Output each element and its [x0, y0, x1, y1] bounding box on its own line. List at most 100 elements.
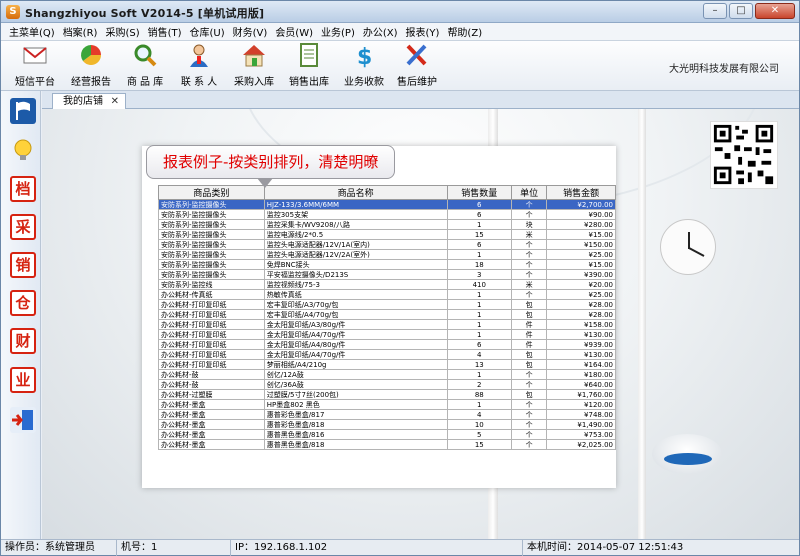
- purchase-inbound-button[interactable]: 采购入库: [226, 42, 282, 88]
- table-row[interactable]: 安防系列-监控摄像头 免焊BNC接头 18 个 ¥15.00: [158, 259, 616, 270]
- exit-door-icon[interactable]: [10, 407, 36, 433]
- table-row[interactable]: 办公耗材-打印复印纸 梦丽相纸/A4/210g 13 包 ¥164.00: [158, 359, 616, 370]
- table-row[interactable]: 办公耗材-墨盒 惠普彩色墨盒/818 10 个 ¥1,490.00: [158, 419, 616, 430]
- cell-product-name: 金太阳复印纸/A3/80g/件: [263, 319, 448, 330]
- cell-unit: 个: [510, 399, 548, 410]
- table-row[interactable]: 办公耗材-墨盒 惠普黑色墨盒/818 15 个 ¥2,025.00: [158, 439, 616, 450]
- maximize-button[interactable]: □: [729, 3, 753, 19]
- cell-quantity: 410: [446, 279, 512, 290]
- cell-amount: ¥2,700.00: [546, 199, 616, 210]
- cai-finance-char-icon[interactable]: 财: [10, 328, 36, 354]
- cell-product-name: 监控视频线/75-3: [263, 279, 448, 290]
- dang-char-icon[interactable]: 档: [10, 176, 36, 202]
- table-row[interactable]: 安防系列-监控摄像头 HJZ-133/3.6MM/6MM 6 个 ¥2,700.00: [158, 199, 616, 210]
- menu-finance[interactable]: 财务(V): [229, 24, 272, 39]
- table-row[interactable]: 办公耗材-传真纸 热敏传真纸 1 个 ¥25.00: [158, 289, 616, 300]
- cell-unit: 个: [510, 249, 548, 260]
- col-header-category[interactable]: 商品类别: [158, 185, 265, 200]
- tab-my-store[interactable]: 我的店铺 ✕: [52, 93, 126, 109]
- cell-amount: ¥1,490.00: [546, 419, 616, 430]
- col-header-unit[interactable]: 单位: [510, 185, 548, 200]
- cell-quantity: 1: [446, 219, 512, 230]
- table-row[interactable]: 办公耗材-打印复印纸 金太阳复印纸/A3/80g/件 1 件 ¥158.00: [158, 319, 616, 330]
- flag-icon[interactable]: [10, 98, 36, 124]
- menu-warehouse[interactable]: 仓库(U): [186, 24, 229, 39]
- cell-category: 安防系列-监控摄像头: [158, 259, 265, 270]
- cell-category: 办公耗材-墨盒: [158, 439, 265, 450]
- table-row[interactable]: 办公耗材-墨盒 惠普黑色墨盒/816 5 个 ¥753.00: [158, 429, 616, 440]
- cell-category: 办公耗材-打印复印纸: [158, 309, 265, 320]
- menu-main[interactable]: 主菜单(Q): [5, 24, 59, 39]
- menu-sales[interactable]: 销售(T): [144, 24, 186, 39]
- tab-my-store-label: 我的店铺: [63, 96, 103, 107]
- table-row[interactable]: 办公耗材-鼓 创亿/36A鼓 2 个 ¥640.00: [158, 379, 616, 390]
- cell-quantity: 88: [446, 389, 512, 400]
- cell-category: 安防系列-监控摄像头: [158, 249, 265, 260]
- cell-unit: 个: [510, 369, 548, 380]
- cell-amount: ¥390.00: [546, 269, 616, 280]
- cell-quantity: 5: [446, 429, 512, 440]
- business-payment-button[interactable]: $ 业务收款: [336, 42, 392, 88]
- cell-amount: ¥939.00: [546, 339, 616, 350]
- table-row[interactable]: 安防系列-监控线 监控视频线/75-3 410 米 ¥20.00: [158, 279, 616, 290]
- minimize-button[interactable]: –: [703, 3, 727, 19]
- cell-quantity: 2: [446, 379, 512, 390]
- col-header-product-name[interactable]: 商品名称: [263, 185, 448, 200]
- menu-help[interactable]: 帮助(Z): [443, 24, 486, 39]
- col-header-quantity[interactable]: 销售数量: [446, 185, 512, 200]
- lightbulb-icon[interactable]: [10, 137, 36, 163]
- menu-member[interactable]: 会员(W): [271, 24, 317, 39]
- table-row[interactable]: 办公耗材-鼓 创亿/12A鼓 1 个 ¥180.00: [158, 369, 616, 380]
- table-row[interactable]: 办公耗材-过塑膜 过塑膜/5寸7丝(200包) 88 包 ¥1,760.00: [158, 389, 616, 400]
- contacts-button[interactable]: 联 系 人: [171, 42, 227, 88]
- cell-quantity: 4: [446, 409, 512, 420]
- table-row[interactable]: 办公耗材-打印复印纸 金太阳复印纸/A4/70g/件 1 件 ¥130.00: [158, 329, 616, 340]
- after-sales-button[interactable]: 售后维护: [389, 42, 445, 88]
- cell-amount: ¥753.00: [546, 429, 616, 440]
- product-library-button[interactable]: 商 品 库: [117, 42, 173, 88]
- menu-purchase[interactable]: 采购(S): [101, 24, 143, 39]
- cell-category: 办公耗材-过塑膜: [158, 389, 265, 400]
- menu-business[interactable]: 业务(P): [317, 24, 359, 39]
- cell-unit: 个: [510, 239, 548, 250]
- menu-office[interactable]: 办公(X): [359, 24, 402, 39]
- tab-close-icon[interactable]: ✕: [111, 94, 119, 109]
- cell-unit: 包: [510, 309, 548, 320]
- sms-platform-button[interactable]: 短信平台: [7, 42, 63, 88]
- cell-unit: 个: [510, 199, 548, 210]
- menu-reports[interactable]: 报表(Y): [402, 24, 444, 39]
- table-row[interactable]: 办公耗材-墨盒 HP墨盒802 黑色 1 个 ¥120.00: [158, 399, 616, 410]
- table-row[interactable]: 办公耗材-打印复印纸 金太阳复印纸/A4/80g/件 6 件 ¥939.00: [158, 339, 616, 350]
- menu-records[interactable]: 档案(R): [59, 24, 102, 39]
- close-button[interactable]: ✕: [755, 3, 795, 19]
- cell-quantity: 15: [446, 439, 512, 450]
- cell-quantity: 6: [446, 239, 512, 250]
- table-row[interactable]: 安防系列-监控摄像头 监控采集卡/WV9208/八路 1 块 ¥280.00: [158, 219, 616, 230]
- title-bar[interactable]: S Shangzhiyou Soft V2014-5 [单机试用版] – □ ✕: [1, 1, 799, 23]
- table-row[interactable]: 安防系列-监控摄像头 监控305支架 6 个 ¥90.00: [158, 209, 616, 220]
- xiao-char-icon[interactable]: 销: [10, 252, 36, 278]
- cai-char-icon[interactable]: 采: [10, 214, 36, 240]
- table-row[interactable]: 安防系列-监控摄像头 监控头电源适配器/12V/1A(室内) 6 个 ¥150.00: [158, 239, 616, 250]
- col-header-amount[interactable]: 销售金额: [546, 185, 616, 200]
- cell-product-name: 监控采集卡/WV9208/八路: [263, 219, 448, 230]
- table-row[interactable]: 安防系列-监控摄像头 监控电源线/2*0.5 15 米 ¥15.00: [158, 229, 616, 240]
- table-row[interactable]: 安防系列-监控摄像头 监控头电源适配器/12V/2A(室外) 1 个 ¥25.00: [158, 249, 616, 260]
- cell-quantity: 1: [446, 319, 512, 330]
- store-background: 商品类别 商品名称 销售数量 单位 销售金额 安防系列-监控摄像头 HJZ-133…: [42, 109, 799, 539]
- cang-char-icon[interactable]: 仓: [10, 290, 36, 316]
- table-row[interactable]: 办公耗材-墨盒 惠普彩色墨盒/817 4 个 ¥748.00: [158, 409, 616, 420]
- ye-char-icon[interactable]: 业: [10, 367, 36, 393]
- table-row[interactable]: 办公耗材-打印复印纸 金太阳复印纸/A4/70g/件 4 包 ¥130.00: [158, 349, 616, 360]
- cell-product-name: 惠普黑色墨盒/816: [263, 429, 448, 440]
- menu-bar: 主菜单(Q) 档案(R) 采购(S) 销售(T) 仓库(U) 财务(V) 会员(…: [1, 23, 799, 41]
- cell-product-name: 平安福监控摄像头/D213S: [263, 269, 448, 280]
- cell-unit: 件: [510, 329, 548, 340]
- table-row[interactable]: 办公耗材-打印复印纸 宏丰复印纸/A3/70g/包 1 包 ¥28.00: [158, 299, 616, 310]
- table-row[interactable]: 办公耗材-打印复印纸 宏丰复印纸/A4/70g/包 1 包 ¥28.00: [158, 309, 616, 320]
- sales-outbound-button[interactable]: 销售出库: [281, 42, 337, 88]
- cell-unit: 个: [510, 439, 548, 450]
- table-row[interactable]: 安防系列-监控摄像头 平安福监控摄像头/D213S 3 个 ¥390.00: [158, 269, 616, 280]
- qr-code: [710, 121, 778, 189]
- business-report-button[interactable]: 经营报告: [63, 42, 119, 88]
